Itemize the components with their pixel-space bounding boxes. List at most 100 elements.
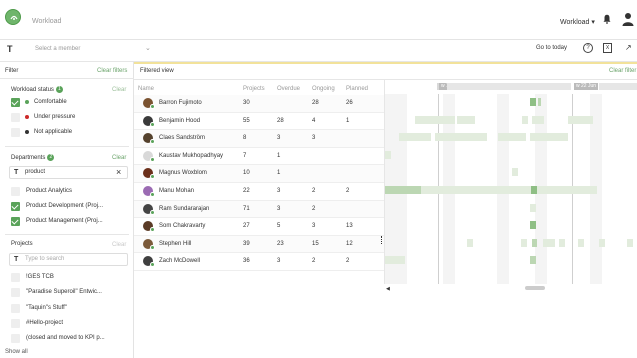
under-pressure-checkbox[interactable] [11, 113, 20, 122]
status-dot-icon [150, 104, 155, 109]
not-applicable-checkbox[interactable] [11, 128, 20, 137]
overdue-count: 1 [277, 170, 281, 177]
workload-bar[interactable] [530, 203, 536, 212]
comfortable-checkbox[interactable] [11, 98, 20, 107]
workload-bar[interactable] [568, 115, 593, 124]
scroll-track [384, 286, 637, 290]
filter-active-indicator [134, 62, 637, 64]
member-name[interactable]: Zach McDowell [159, 258, 200, 264]
project-checkbox[interactable] [11, 304, 20, 313]
workload-bar[interactable] [532, 238, 537, 247]
planned-count: 1 [346, 117, 350, 124]
overdue-count: 23 [277, 240, 284, 247]
workload-bar[interactable] [498, 133, 526, 142]
clear-workload-link[interactable]: Clear [112, 87, 126, 93]
ongoing-count: 15 [312, 240, 319, 247]
timeline-grid [385, 94, 637, 284]
divider [0, 78, 134, 79]
member-name[interactable]: Stephen Hill [159, 241, 191, 247]
resize-handle[interactable] [381, 236, 383, 244]
workload-bar[interactable] [543, 238, 555, 247]
member-select[interactable]: Select a member [35, 46, 80, 52]
workload-bar[interactable] [537, 186, 597, 194]
workload-bar[interactable] [385, 186, 421, 194]
department-checkbox[interactable] [11, 217, 20, 226]
app-title: Workload [32, 18, 62, 25]
column-header-projects[interactable]: Projects [243, 86, 265, 92]
overdue-count: 3 [277, 205, 281, 212]
workload-bar[interactable] [457, 115, 475, 124]
project-label: "Paradise Superoil" Entwic... [26, 289, 102, 295]
workload-bar[interactable] [512, 168, 518, 177]
column-header-planned[interactable]: Planned [346, 86, 368, 92]
project-checkbox[interactable] [11, 288, 20, 297]
planned-count: 13 [346, 223, 353, 230]
scroll-left-arrow-icon[interactable]: ◀ [386, 286, 390, 292]
member-name[interactable]: Barron Fujimoto [159, 100, 202, 106]
workload-bar[interactable] [530, 221, 536, 230]
bell-icon[interactable] [603, 14, 611, 26]
expand-icon[interactable]: ↗ [625, 43, 632, 52]
project-search-placeholder: Type to search [25, 256, 65, 262]
project-label: !GES TCB [26, 274, 54, 280]
filter-panel [0, 62, 134, 358]
member-name[interactable]: Benjamin Hood [159, 118, 200, 124]
close-icon[interactable]: × [116, 167, 121, 177]
workload-bar[interactable] [559, 238, 565, 247]
project-checkbox[interactable] [11, 334, 20, 343]
member-name[interactable]: Claes Sandström [159, 135, 205, 141]
column-header-overdue[interactable]: Overdue [277, 86, 300, 92]
project-label: #Hello-project [26, 320, 64, 326]
clear-filter-link[interactable]: Clear filter [609, 68, 636, 74]
clear-filters-link[interactable]: Clear filters [97, 68, 127, 74]
department-checkbox[interactable] [11, 202, 20, 211]
show-all-link[interactable]: Show all [5, 349, 28, 355]
workload-bar[interactable] [532, 115, 544, 124]
workload-bar[interactable] [530, 98, 536, 106]
clear-departments-link[interactable]: Clear [112, 155, 126, 161]
horizontal-scrollbar[interactable] [525, 286, 545, 290]
workload-bar[interactable] [530, 133, 568, 142]
workload-bar[interactable] [421, 186, 531, 194]
projects-count: 8 [243, 135, 247, 142]
text-type-icon: T [14, 256, 19, 263]
workload-bar[interactable] [599, 238, 605, 247]
projects-count: 39 [243, 240, 250, 247]
export-excel-icon[interactable]: X [603, 43, 612, 53]
workload-bar[interactable] [385, 256, 405, 265]
workload-bar[interactable] [399, 133, 431, 142]
member-name[interactable]: Som Chakravarty [159, 223, 205, 229]
workload-bar[interactable] [578, 238, 584, 247]
clear-projects-link[interactable]: Clear [112, 242, 126, 248]
member-name[interactable]: Manu Mohan [159, 188, 194, 194]
workload-bar[interactable] [435, 133, 487, 142]
member-name[interactable]: Magnus Woxblom [159, 170, 207, 176]
user-icon[interactable] [622, 12, 634, 28]
filter-heading: Filter [5, 68, 19, 74]
planned-count: 2 [346, 188, 350, 194]
workload-bar[interactable] [627, 238, 633, 247]
department-checkbox[interactable] [11, 187, 20, 196]
column-header-name[interactable]: Name [138, 86, 154, 92]
workload-bar[interactable] [415, 115, 455, 124]
chevron-down-icon[interactable]: ⌄ [145, 44, 151, 52]
workload-bar[interactable] [385, 150, 391, 159]
help-icon[interactable]: ? [583, 43, 593, 53]
project-checkbox[interactable] [11, 319, 20, 328]
overdue-count: 28 [277, 117, 284, 124]
workload-bar[interactable] [522, 115, 528, 124]
workload-dropdown[interactable]: Workload ▾ [560, 18, 595, 26]
workload-bar[interactable] [467, 238, 473, 247]
member-name[interactable]: Ram Sundararajan [159, 206, 209, 212]
ongoing-count: 2 [312, 258, 316, 265]
go-to-today-button[interactable]: Go to today [536, 45, 567, 51]
app-logo[interactable] [5, 9, 21, 25]
ongoing-count: 2 [312, 188, 316, 194]
workload-bar[interactable] [538, 98, 541, 106]
project-checkbox[interactable] [11, 273, 20, 282]
planned-count: 26 [346, 100, 353, 106]
workload-bar[interactable] [521, 238, 527, 247]
member-name[interactable]: Kaustav Mukhopadhyay [159, 153, 223, 159]
column-header-ongoing[interactable]: Ongoing [312, 86, 335, 92]
workload-bar[interactable] [530, 256, 536, 265]
